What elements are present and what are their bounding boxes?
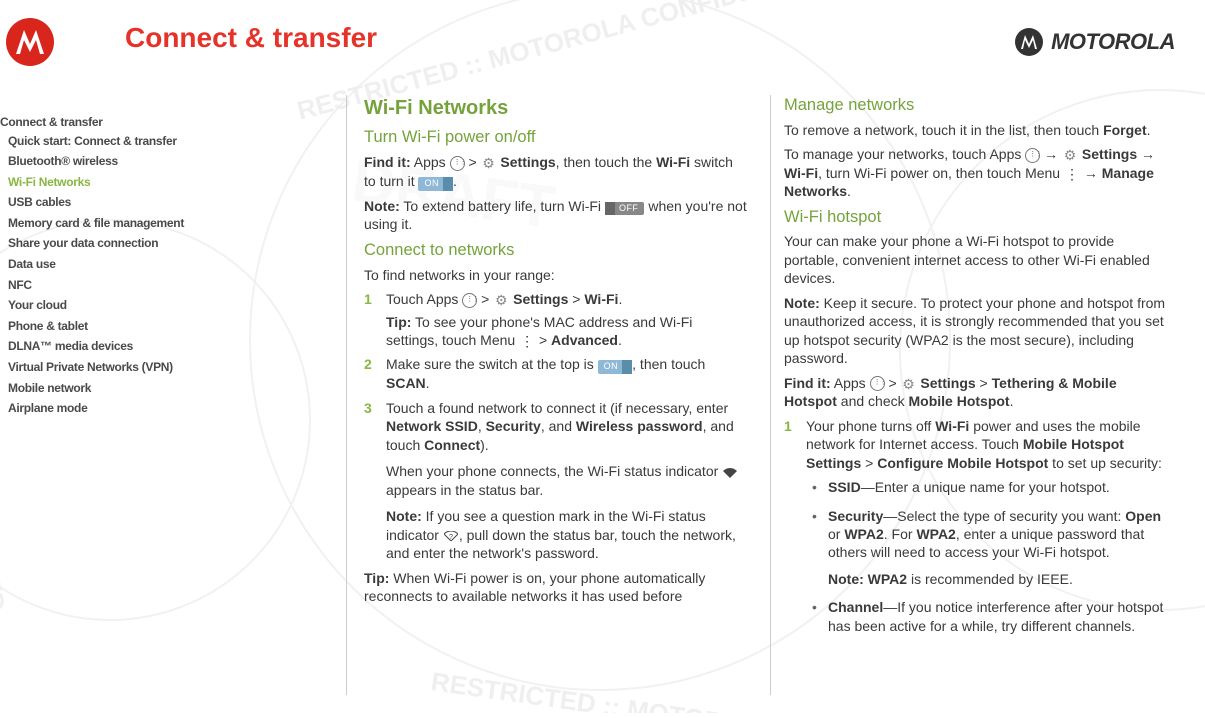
switch-on-icon: ON [598,360,633,374]
svg-text:?: ? [449,534,453,541]
switch-on-icon: ON [418,177,453,191]
column-1: Wi-Fi Networks Turn Wi-Fi power on/off F… [346,95,766,645]
body-text: Note: Keep it secure. To protect your ph… [784,294,1168,368]
sidebar-item[interactable]: Data use [0,255,330,276]
list-item: 1 Touch Apps > Settings > Wi-Fi. Tip: To… [364,290,748,349]
apps-icon [450,156,465,171]
wifi-question-icon: ? [443,528,459,544]
list-item: SSID—Enter a unique name for your hotspo… [806,478,1168,496]
column-2: Manage networks To remove a network, tou… [766,95,1186,645]
list-item: Security—Select the type of security you… [806,507,1168,589]
body-text: To manage your networks, touch Apps → Se… [784,145,1168,200]
page-title: Connect & transfer [125,22,377,54]
section-heading: Wi-Fi Networks [364,95,748,121]
body-text: Find it: Apps > Settings > Tethering & M… [784,374,1168,411]
brand-wordmark: MOTOROLA [1015,28,1175,56]
gear-icon [493,292,509,308]
sidebar-title: Connect & transfer [0,115,330,129]
sidebar-item[interactable]: DLNA™ media devices [0,337,330,358]
sidebar-item[interactable]: Memory card & file management [0,213,330,234]
body-text: Note: To extend battery life, turn Wi-Fi… [364,197,748,234]
sidebar-item[interactable]: Share your data connection [0,234,330,255]
menu-overflow-icon [1064,166,1080,182]
gear-icon [901,376,917,392]
sidebar-item[interactable]: Your cloud [0,296,330,317]
subsection-heading: Connect to networks [364,240,748,262]
gear-icon [1062,148,1078,164]
sidebar-item[interactable]: Airplane mode [0,399,330,420]
switch-off-icon: OFF [605,202,645,216]
apps-icon [870,376,885,391]
body-text: Your can make your phone a Wi-Fi hotspot… [784,232,1168,287]
sidebar-item[interactable]: NFC [0,275,330,296]
gear-icon [481,155,497,171]
wifi-status-icon [722,465,738,481]
sidebar-item[interactable]: Quick start: Connect & transfer [0,131,330,152]
sidebar-nav: Connect & transfer Quick start: Connect … [0,115,330,419]
menu-overflow-icon [519,333,535,349]
subsection-heading: Wi-Fi hotspot [784,207,1168,229]
apps-icon [462,293,477,308]
svg-text:RESTRICTED :: MOTOROLA: RESTRICTED :: MOTOROLA [429,666,779,713]
sidebar-item[interactable]: Mobile network [0,378,330,399]
body-text: Tip: When Wi-Fi power is on, your phone … [364,569,748,606]
sidebar-item[interactable]: USB cables [0,193,330,214]
sidebar-item[interactable]: Wi-Fi Networks [0,172,330,193]
motorola-m-icon [1015,28,1043,56]
subsection-heading: Turn Wi-Fi power on/off [364,127,748,149]
sidebar-item[interactable]: Virtual Private Networks (VPN) [0,358,330,379]
body-text: To remove a network, touch it in the lis… [784,121,1168,139]
body-text: Find it: Apps > Settings, then touch the… [364,153,748,190]
body-text: To find networks in your range: [364,266,748,284]
apps-icon [1025,148,1040,163]
list-item: 2 Make sure the switch at the top is ON,… [364,355,748,392]
subsection-heading: Manage networks [784,95,1168,117]
list-item: 1 Your phone turns off Wi-Fi power and u… [784,417,1168,472]
list-item: Channel—If you notice interference after… [806,598,1168,635]
motorola-logo-icon [6,18,54,66]
sidebar-item[interactable]: Phone & tablet [0,316,330,337]
list-item: 3 Touch a found network to connect it (i… [364,399,748,563]
sidebar-item[interactable]: Bluetooth® wireless [0,152,330,173]
